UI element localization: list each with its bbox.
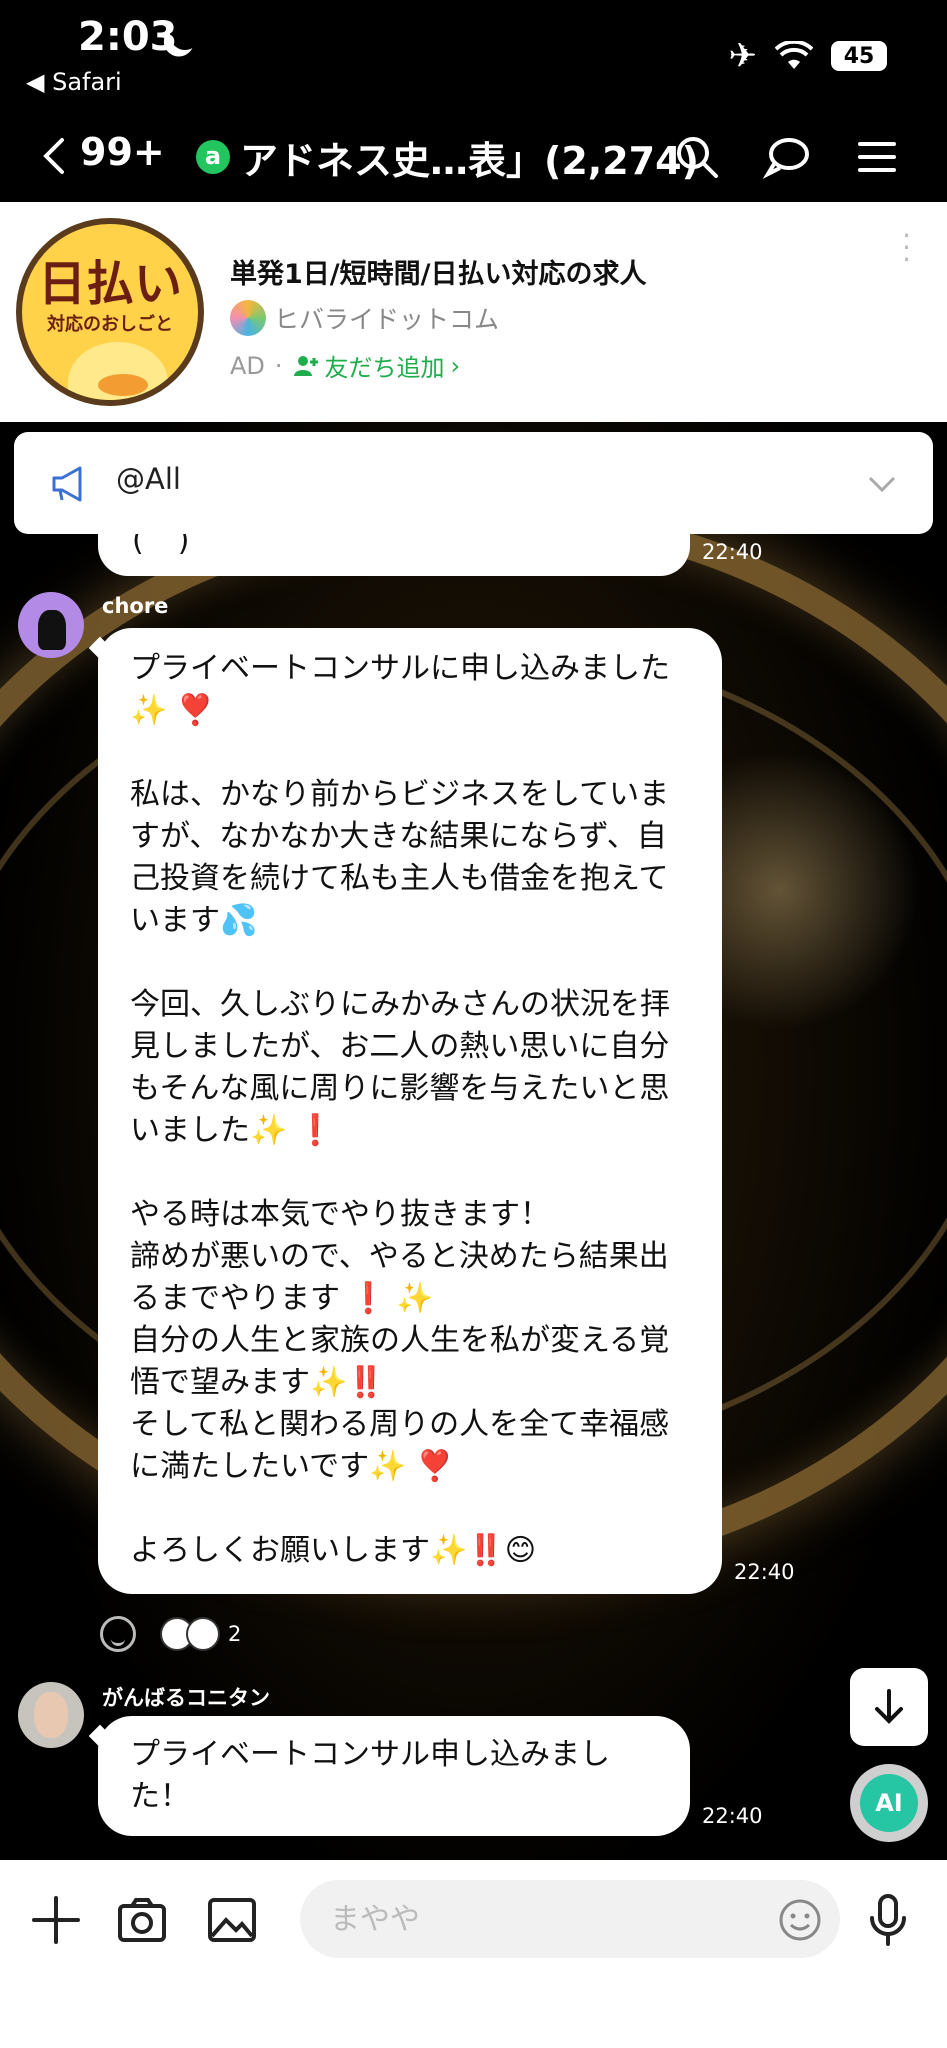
add-friend-icon	[293, 355, 318, 376]
ad-meta: AD · 友だち追加 ›	[230, 348, 460, 383]
add-friend-label: 友だち追加	[324, 354, 445, 382]
ad-banner[interactable]: 日払い 対応のおしごと 単発1日/短時間/日払い対応の求人 ヒバライドットコム …	[0, 202, 947, 422]
battery-indicator: 45	[831, 41, 887, 71]
menu-icon[interactable]	[852, 132, 902, 182]
message-time: 22:40	[702, 540, 763, 564]
message-input[interactable]	[330, 1894, 750, 1944]
ai-assistant-button[interactable]: AI	[850, 1764, 928, 1842]
sender-name[interactable]: chore	[102, 594, 168, 618]
status-bar: 2:03 ◀ Safari ✈ 45	[0, 0, 947, 110]
message-time: 22:40	[734, 1560, 795, 1584]
duck-beak	[98, 374, 148, 396]
announcement-bar[interactable]: @All	[14, 432, 933, 534]
search-icon[interactable]	[672, 132, 722, 182]
scroll-to-bottom-button[interactable]	[850, 1668, 928, 1746]
megaphone-icon	[50, 464, 90, 504]
ad-sponsor[interactable]: ヒバライドットコム	[230, 300, 499, 336]
cat-avatar-icon	[38, 610, 66, 650]
ad-label: AD	[230, 351, 265, 380]
image-icon[interactable]	[202, 1890, 262, 1950]
sender-avatar[interactable]	[18, 1682, 84, 1748]
message-input-container[interactable]	[300, 1880, 840, 1958]
wifi-icon	[775, 41, 813, 71]
status-time: 2:03	[78, 14, 178, 60]
add-reaction-icon[interactable]	[100, 1616, 136, 1652]
status-icons: ✈ 45	[728, 36, 887, 76]
airplane-mode-icon: ✈	[728, 36, 758, 76]
message-time: 22:40	[702, 1804, 763, 1828]
chat-header: 99+ a アドネス史…表」(2,274)	[0, 110, 947, 202]
message-bubble[interactable]: プライベートコンサル申し込みました！	[98, 1716, 690, 1836]
sender-name[interactable]: がんばるコニタン	[102, 1682, 270, 1712]
reaction-avatars[interactable]: 2	[160, 1617, 241, 1651]
official-account-badge-icon: a	[196, 140, 230, 174]
chat-threads-icon[interactable]	[762, 132, 812, 182]
sponsor-avatar-icon	[230, 300, 266, 336]
message-input-bar	[0, 1860, 947, 2048]
reaction-count: 2	[228, 1622, 242, 1646]
ad-logo-text: 日払い	[37, 256, 182, 312]
chevron-right-icon: ›	[450, 351, 461, 380]
panda-reaction-icon	[186, 1617, 220, 1651]
back-to-safari-link[interactable]: ◀ Safari	[26, 68, 122, 96]
chevron-left-icon	[43, 138, 64, 174]
add-friend-button[interactable]: 友だち追加 ›	[293, 348, 461, 383]
message-bubble[interactable]: プライベートコンサルに申し込みました✨ ❣️ 私は、かなり前からビジネスをしてい…	[98, 628, 722, 1594]
ad-logo[interactable]: 日払い 対応のおしごと	[16, 218, 204, 406]
unread-count[interactable]: 99+	[80, 130, 165, 174]
announcement-label: @All	[116, 462, 181, 496]
emoji-icon[interactable]	[778, 1898, 822, 1942]
reaction-row: 2	[100, 1616, 241, 1652]
person-avatar-icon	[34, 1692, 68, 1738]
ad-logo-subtext: 対応のおしごと	[47, 314, 173, 335]
chat-title[interactable]: アドネス史…表」(2,274)	[240, 130, 699, 185]
more-options-icon[interactable]: · · ·	[902, 222, 911, 274]
arrow-down-icon	[875, 1689, 903, 1724]
plus-icon[interactable]	[26, 1890, 86, 1950]
chevron-down-icon[interactable]	[867, 468, 897, 498]
sponsor-name: ヒバライドットコム	[274, 305, 500, 334]
ad-title[interactable]: 単発1日/短時間/日払い対応の求人	[230, 252, 647, 291]
separator-dot: ·	[274, 351, 283, 380]
ai-label: AI	[860, 1774, 918, 1832]
camera-icon[interactable]	[112, 1890, 172, 1950]
sender-avatar[interactable]	[18, 592, 84, 658]
microphone-icon[interactable]	[858, 1890, 918, 1950]
